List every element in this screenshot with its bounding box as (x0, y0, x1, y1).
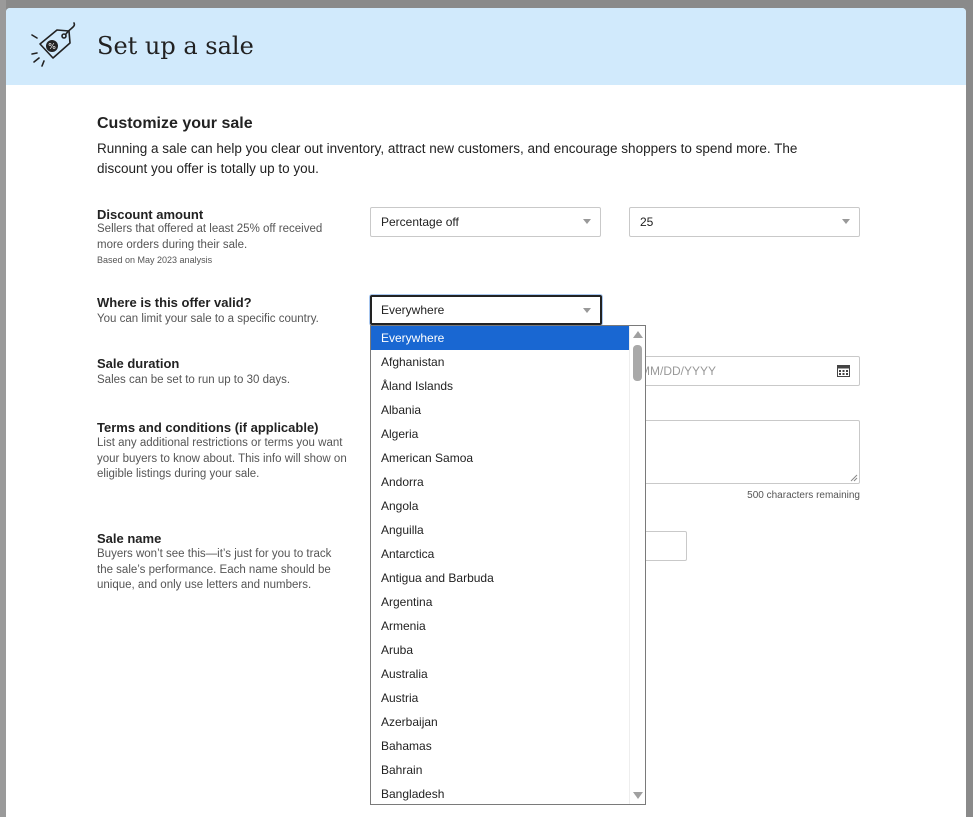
section-title: Customize your sale (97, 115, 253, 132)
terms-textarea[interactable] (629, 420, 860, 484)
dropdown-option[interactable]: Angola (371, 494, 630, 518)
dropdown-scrollbar[interactable] (629, 326, 645, 804)
dropdown-option[interactable]: American Samoa (371, 446, 630, 470)
terms-help: List any additional restrictions or term… (97, 437, 347, 480)
discount-type-value: Percentage off (381, 215, 459, 229)
terms-label: Terms and conditions (if applicable) (97, 420, 319, 435)
dropdown-option[interactable]: Andorra (371, 470, 630, 494)
chevron-down-icon (842, 219, 850, 224)
sale-name-help: Buyers won’t see this—it’s just for you … (97, 548, 332, 591)
sale-setup-modal: % Set up a sale Customize your sale Runn… (6, 8, 966, 817)
offer-validity-label: Where is this offer valid? (97, 295, 252, 310)
dropdown-option[interactable]: Azerbaijan (371, 710, 630, 734)
svg-text:%: % (48, 42, 56, 51)
dropdown-option[interactable]: Armenia (371, 614, 630, 638)
country-dropdown-list[interactable]: Everywhere Afghanistan Åland Islands Albani… (370, 325, 646, 805)
sale-end-date-input[interactable]: MM/DD/YYYY (629, 356, 860, 386)
dropdown-option[interactable]: Austria (371, 686, 630, 710)
dropdown-option[interactable]: Antarctica (371, 542, 630, 566)
modal-title: Set up a sale (97, 32, 254, 60)
offer-validity-help: You can limit your sale to a specific co… (97, 313, 319, 325)
resize-grip-icon[interactable] (850, 474, 858, 482)
dropdown-option[interactable]: Antigua and Barbuda (371, 566, 630, 590)
discount-type-select[interactable]: Percentage off (370, 207, 601, 237)
sale-duration-help: Sales can be set to run up to 30 days. (97, 374, 291, 386)
dropdown-option[interactable]: Everywhere (371, 326, 630, 350)
dropdown-option[interactable]: Bahamas (371, 734, 630, 758)
scroll-down-arrow-icon[interactable] (633, 792, 643, 799)
scroll-thumb[interactable] (633, 345, 642, 381)
sale-name-label: Sale name (97, 531, 162, 546)
dropdown-option[interactable]: Åland Islands (371, 374, 630, 398)
dropdown-option[interactable]: Argentina (371, 590, 630, 614)
price-tag-icon: % (31, 22, 76, 67)
date-placeholder: MM/DD/YYYY (640, 364, 717, 378)
modal-header: % Set up a sale (6, 8, 966, 85)
offer-validity-select[interactable]: Everywhere (370, 295, 602, 325)
sale-duration-label: Sale duration (97, 356, 180, 371)
dropdown-options: Everywhere Afghanistan Åland Islands Albani… (371, 326, 630, 804)
scroll-up-arrow-icon[interactable] (633, 331, 643, 338)
discount-amount-label: Discount amount (97, 207, 204, 222)
dropdown-option[interactable]: Albania (371, 398, 630, 422)
discount-amount-help: Sellers that offered at least 25% off re… (97, 223, 323, 251)
offer-validity-value: Everywhere (381, 303, 445, 317)
dropdown-option[interactable]: Algeria (371, 422, 630, 446)
dropdown-option[interactable]: Afghanistan (371, 350, 630, 374)
section-description: Running a sale can help you clear out in… (97, 141, 798, 176)
chars-remaining: 500 characters remaining (747, 490, 860, 501)
discount-footnote: Based on May 2023 analysis (97, 255, 213, 265)
dropdown-option[interactable]: Australia (371, 662, 630, 686)
chevron-down-icon (583, 219, 591, 224)
discount-amount-value: 25 (640, 215, 654, 229)
dropdown-option[interactable]: Bangladesh (371, 782, 630, 804)
chevron-down-icon (583, 308, 591, 313)
dropdown-option[interactable]: Aruba (371, 638, 630, 662)
discount-amount-select[interactable]: 25 (629, 207, 860, 237)
calendar-icon[interactable] (837, 364, 850, 377)
dropdown-option[interactable]: Bahrain (371, 758, 630, 782)
dropdown-option[interactable]: Anguilla (371, 518, 630, 542)
